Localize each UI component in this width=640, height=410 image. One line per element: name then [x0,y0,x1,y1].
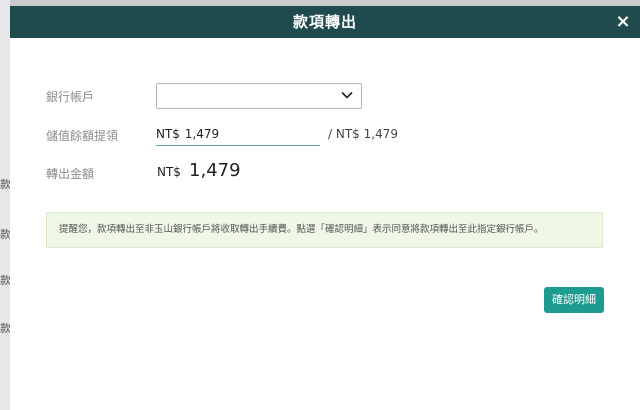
transfer-modal: 款項轉出 × 銀行帳戶 儲值餘額提領 NT$ 1,479 / NT$ 1,479… [10,6,640,410]
close-icon[interactable]: × [612,10,634,34]
transfer-label: 轉出金額 [46,167,95,181]
background-text-fragment: 款 [0,178,10,191]
background-page-strip: 款 款 款 款 [0,0,10,410]
transfer-amount: NT$ 1,479 [157,160,241,181]
background-text-fragment: 款 [0,274,10,287]
max-amount-text: / NT$ 1,479 [328,127,398,141]
background-text-fragment: 款 [0,228,10,241]
transfer-currency: NT$ [157,165,181,179]
modal-title: 款項轉出 [292,13,357,31]
withdraw-currency: NT$ [156,127,180,141]
bank-account-label: 銀行帳戶 [46,90,95,104]
transfer-value: 1,479 [189,160,241,181]
withdraw-amount-input[interactable]: NT$ 1,479 [156,125,320,146]
withdraw-label: 儲值餘額提領 [46,129,119,143]
chevron-down-icon [341,91,353,99]
bank-account-select[interactable] [156,83,362,109]
confirm-details-button[interactable]: 確認明細 [544,287,604,313]
background-text-fragment: 款 [0,322,10,335]
modal-header: 款項轉出 × [10,6,640,38]
withdraw-value: 1,479 [184,127,220,141]
fee-notice-text: 提醒您，款項轉出至非玉山銀行帳戶將收取轉出手續費。點選「確認明細」表示同意將款項… [59,224,544,235]
fee-notice: 提醒您，款項轉出至非玉山銀行帳戶將收取轉出手續費。點選「確認明細」表示同意將款項… [46,212,603,248]
